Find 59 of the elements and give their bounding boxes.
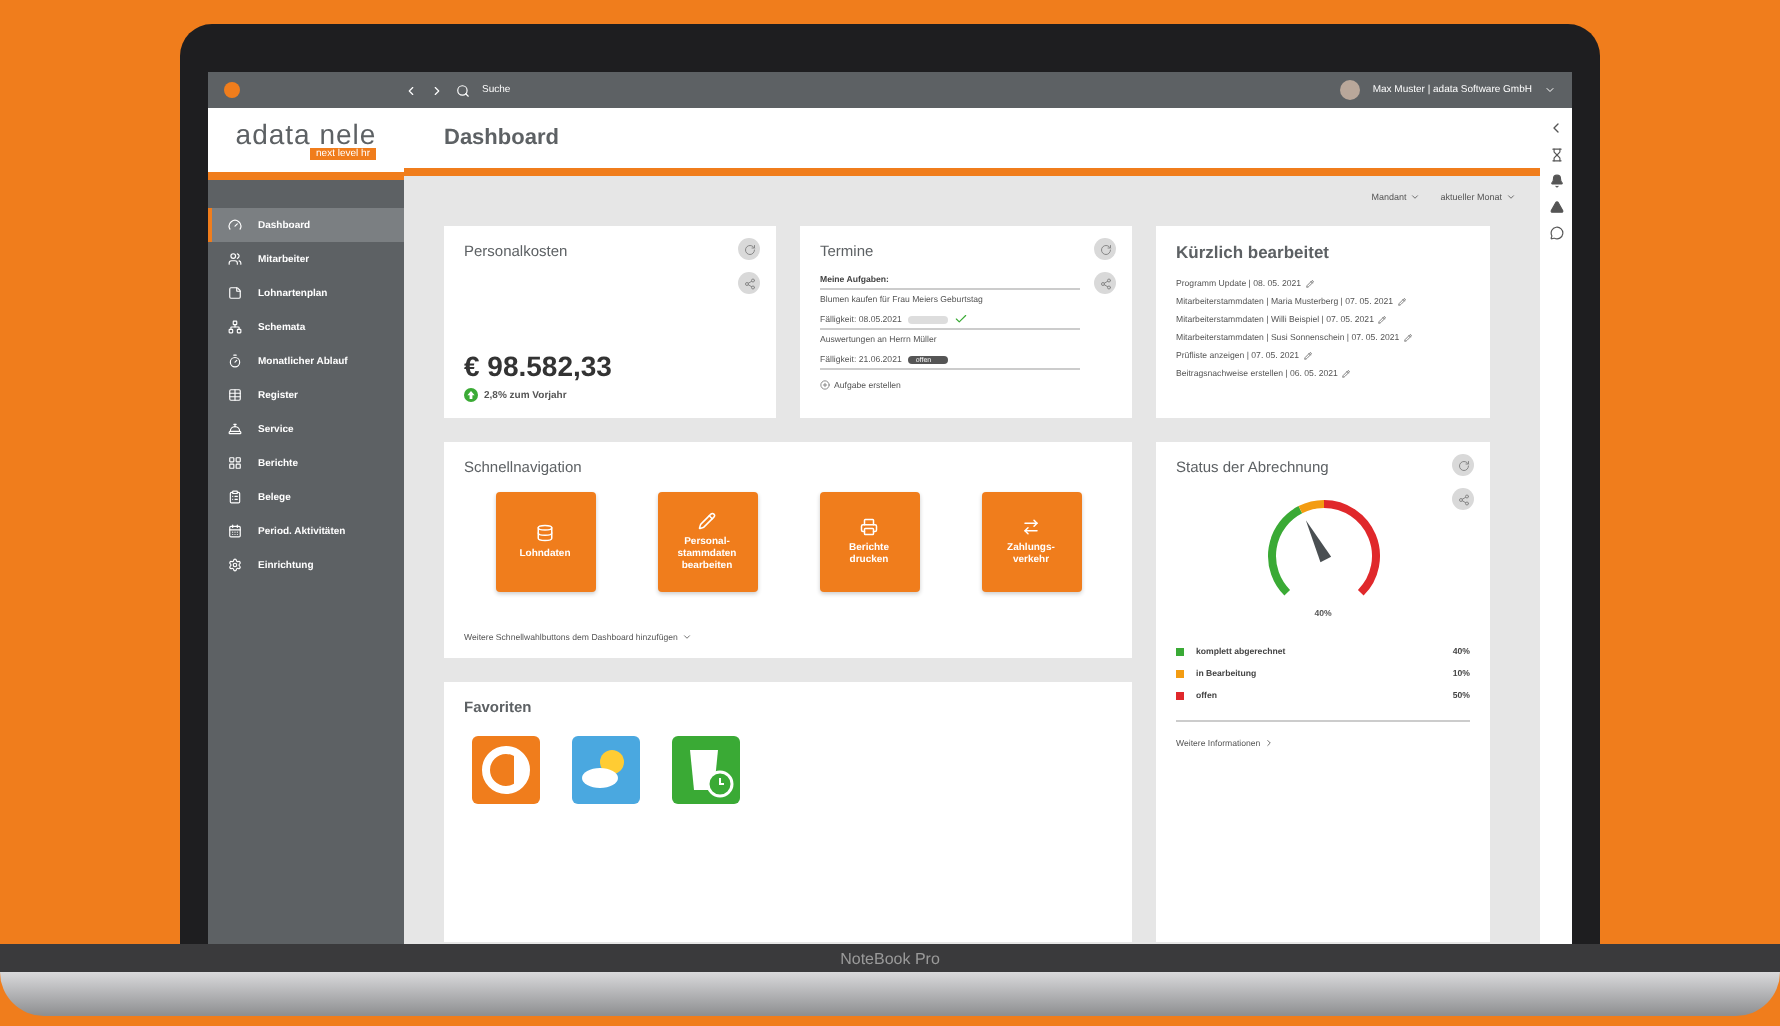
network-icon (228, 320, 242, 334)
page-title: Dashboard (444, 126, 559, 150)
add-icon[interactable] (820, 380, 830, 390)
gauge-icon (228, 218, 242, 232)
avatar[interactable] (1340, 80, 1361, 100)
share-icon (1457, 493, 1469, 505)
chevron-down-icon[interactable] (681, 632, 692, 642)
app-logo-icon[interactable] (472, 736, 540, 804)
refresh-icon (1099, 243, 1111, 255)
chevron-down-icon (1410, 191, 1421, 201)
share-icon (743, 277, 755, 289)
card-title: Kürzlich bearbeitet (1176, 242, 1330, 262)
chevron-right-icon[interactable] (1264, 738, 1275, 748)
refresh-icon (743, 243, 755, 255)
app-logo-icon (224, 82, 240, 98)
pencil-icon (698, 512, 716, 530)
database-icon (536, 524, 554, 542)
people-icon (228, 252, 242, 266)
refresh-button[interactable] (738, 238, 760, 260)
bell-icon[interactable] (1549, 174, 1563, 188)
up-arrow-icon (464, 388, 478, 402)
laptop-label: NoteBook Pro (840, 949, 940, 967)
amount: € 98.582,33 (464, 350, 614, 382)
refresh-button[interactable] (1094, 238, 1116, 260)
pencil-icon[interactable] (1403, 333, 1412, 341)
warning-icon[interactable] (1549, 200, 1563, 214)
back-icon[interactable] (404, 83, 418, 97)
share-button[interactable] (1452, 488, 1474, 510)
note-icon (228, 286, 242, 300)
pencil-icon[interactable] (1305, 279, 1314, 287)
arrows-icon (1022, 518, 1040, 536)
settings-icon (228, 558, 242, 572)
weather-app-icon[interactable] (572, 736, 640, 804)
grid-icon (228, 456, 242, 470)
pencil-icon[interactable] (1341, 369, 1350, 377)
table-icon (228, 388, 242, 402)
calendar-icon (228, 524, 242, 538)
clipboard-icon (228, 490, 242, 504)
refresh-icon (1457, 459, 1469, 471)
logo-text: adata nele (235, 120, 377, 148)
timer-icon (228, 354, 242, 368)
share-icon (1099, 277, 1111, 289)
share-button[interactable] (738, 272, 760, 294)
share-button[interactable] (1094, 272, 1116, 294)
glass-clock-app-icon[interactable] (672, 736, 740, 804)
pencil-icon[interactable] (1397, 297, 1406, 305)
check-icon (953, 312, 968, 326)
chat-icon[interactable] (1549, 226, 1563, 240)
pencil-icon[interactable] (1303, 351, 1312, 359)
hourglass-icon[interactable] (1549, 148, 1563, 162)
pencil-icon[interactable] (1377, 315, 1386, 323)
service-bell-icon (228, 422, 242, 436)
printer-icon (860, 518, 878, 536)
refresh-button[interactable] (1452, 454, 1474, 476)
chevron-down-icon (1506, 191, 1516, 201)
search-icon[interactable] (456, 83, 470, 97)
forward-icon[interactable] (430, 83, 444, 97)
chevron-left-icon[interactable] (1548, 120, 1564, 136)
chevron-down-icon[interactable] (1544, 84, 1556, 96)
